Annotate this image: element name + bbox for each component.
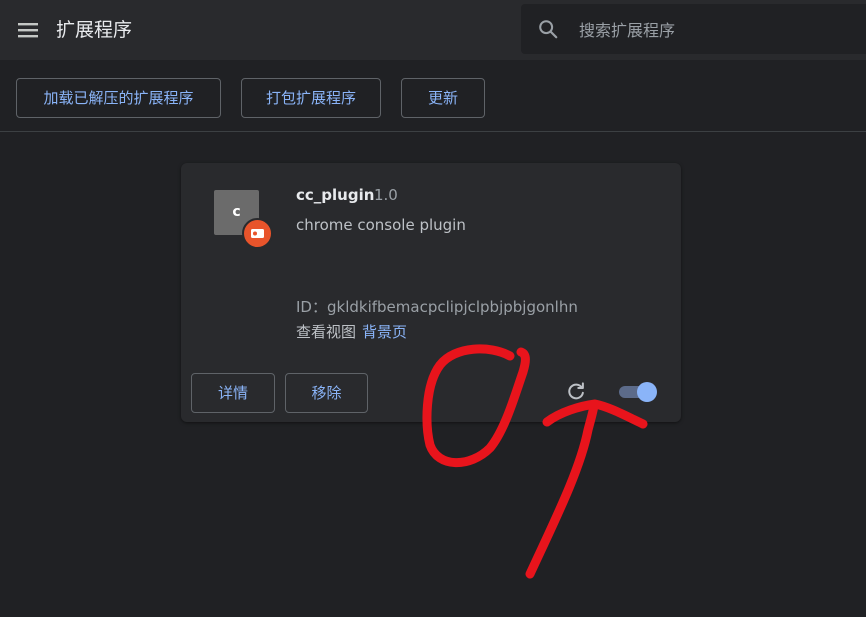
page-title: 扩展程序 — [56, 19, 133, 41]
extension-id: ID：gkldkifbemacpclipjclpbjpbjgonlhn — [296, 296, 578, 317]
inspect-views: 查看视图 背景页 — [296, 321, 407, 342]
extension-name: cc_plugin — [296, 186, 375, 204]
toolbar: 加载已解压的扩展程序 打包扩展程序 更新 — [0, 60, 866, 132]
details-button[interactable]: 详情 — [191, 373, 275, 413]
search-icon — [539, 20, 558, 39]
menu-icon[interactable] — [16, 18, 40, 42]
top-bar: 扩展程序 — [0, 0, 866, 60]
extension-description: chrome console plugin — [296, 216, 466, 234]
pack-extension-button[interactable]: 打包扩展程序 — [241, 78, 381, 118]
load-unpacked-button[interactable]: 加载已解压的扩展程序 — [16, 78, 221, 118]
search-box[interactable] — [521, 4, 866, 54]
background-page-link[interactable]: 背景页 — [362, 323, 407, 341]
reload-icon[interactable] — [565, 380, 587, 402]
remove-button[interactable]: 移除 — [285, 373, 368, 413]
unpacked-badge-icon — [242, 218, 273, 249]
toggle-knob — [637, 382, 657, 402]
inspect-views-label: 查看视图 — [296, 323, 357, 341]
extension-id-value: gkldkifbemacpclipjclpbjpbjgonlhn — [326, 298, 578, 316]
enable-toggle[interactable] — [617, 381, 657, 403]
extension-version: 1.0 — [374, 186, 398, 204]
search-input[interactable] — [577, 16, 851, 44]
update-button[interactable]: 更新 — [401, 78, 485, 118]
extension-card: c cc_plugin 1.0 chrome console plugin ID… — [181, 163, 681, 422]
extension-id-label: ID： — [296, 298, 327, 316]
